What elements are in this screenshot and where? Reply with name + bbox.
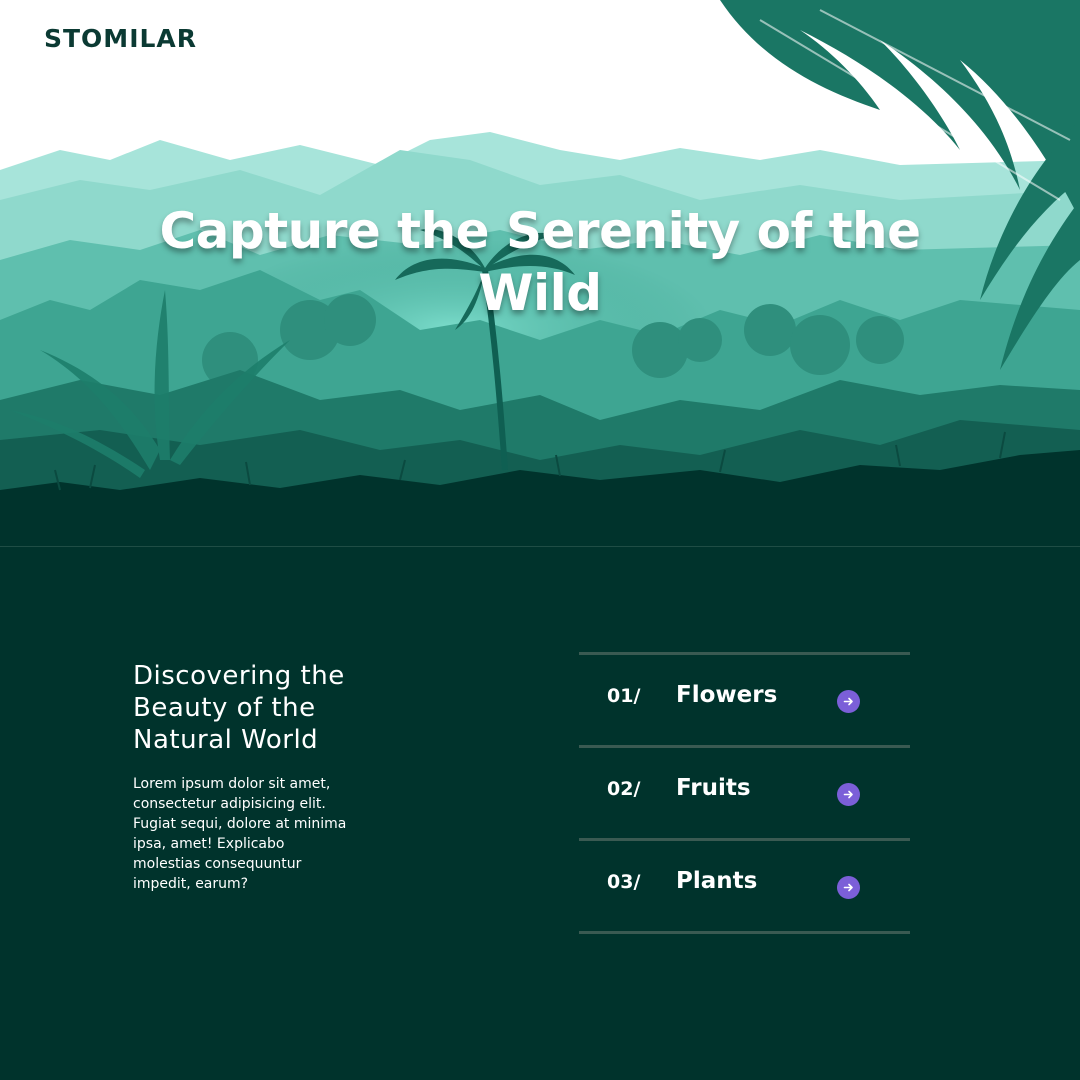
intro-heading: Discovering the Beauty of the Natural Wo… — [133, 661, 345, 755]
intro-section: Discovering the Beauty of the Natural Wo… — [133, 660, 353, 894]
hero-banner: STOMILAR Capture the Serenity of the Wil… — [0, 0, 1080, 546]
category-item-flowers[interactable]: 01/ Flowers — [579, 655, 910, 748]
category-label: Flowers — [676, 682, 778, 708]
category-number: 02/ — [607, 778, 641, 800]
brand-logo[interactable]: STOMILAR — [44, 24, 197, 53]
category-number: 03/ — [607, 871, 641, 893]
category-number: 01/ — [607, 685, 641, 707]
category-label: Plants — [676, 868, 758, 894]
arrow-right-icon[interactable] — [837, 876, 860, 899]
category-label: Fruits — [676, 775, 751, 801]
category-item-fruits[interactable]: 02/ Fruits — [579, 748, 910, 841]
section-divider — [0, 546, 1080, 547]
category-list: 01/ Flowers 02/ Fruits 03/ Plants — [579, 652, 910, 934]
category-item-plants[interactable]: 03/ Plants — [579, 841, 910, 934]
intro-body-text: Lorem ipsum dolor sit amet, consectetur … — [133, 776, 347, 892]
hero-title: Capture the Serenity of the Wild — [159, 202, 921, 322]
arrow-right-icon[interactable] — [837, 783, 860, 806]
arrow-right-icon[interactable] — [837, 690, 860, 713]
